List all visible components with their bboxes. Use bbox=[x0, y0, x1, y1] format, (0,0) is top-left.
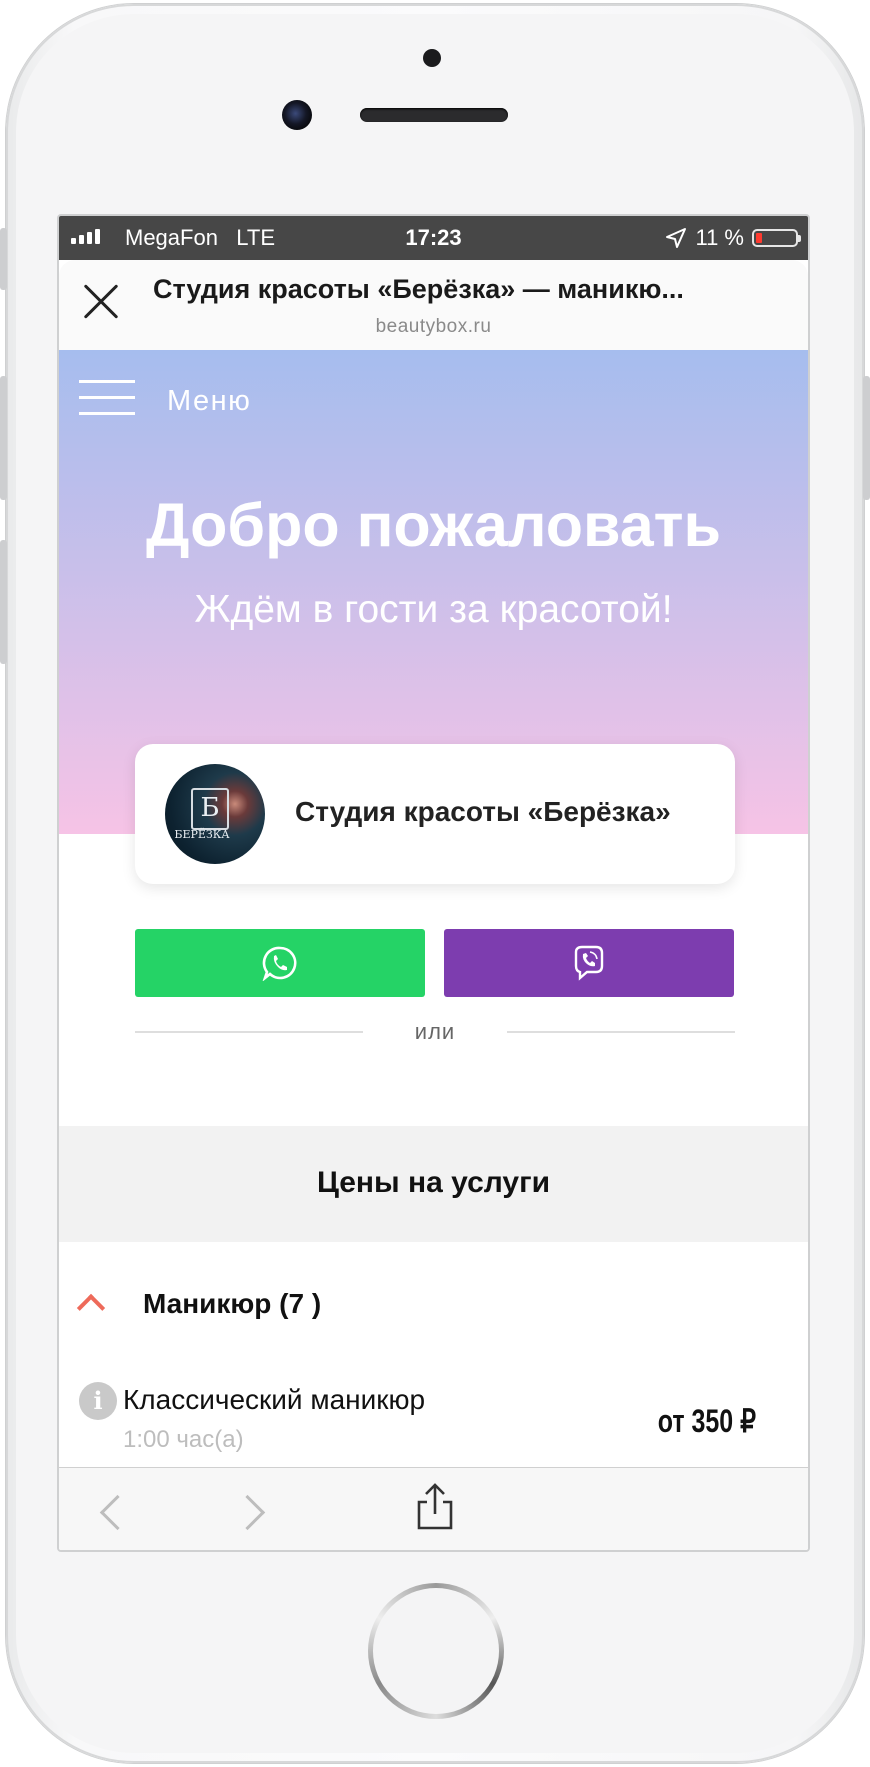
screen: MegaFon LTE 17:23 11 % Студия красоты «Б… bbox=[57, 214, 810, 1552]
service-name: Классический маникюр bbox=[123, 1384, 426, 1415]
volume-down-button bbox=[0, 540, 7, 664]
home-button[interactable] bbox=[368, 1583, 504, 1719]
battery-percent: 11 % bbox=[695, 225, 744, 250]
silent-switch bbox=[0, 228, 7, 290]
menu-label[interactable]: Меню bbox=[167, 385, 251, 418]
page-title: Студия красоты «Берёзка» — маникю... bbox=[153, 274, 684, 304]
back-icon[interactable] bbox=[99, 1494, 136, 1531]
whatsapp-icon bbox=[262, 946, 297, 981]
battery-icon bbox=[752, 229, 801, 247]
hamburger-menu-icon[interactable] bbox=[79, 380, 135, 418]
divider-line bbox=[507, 1031, 735, 1033]
share-icon[interactable] bbox=[413, 1482, 457, 1532]
service-price: от 350 ₽ bbox=[657, 1403, 756, 1439]
salon-card[interactable]: Б БЕРЁЗКА Студия красоты «Берёзка» bbox=[135, 744, 735, 884]
status-right: 11 % bbox=[665, 225, 801, 251]
viber-icon bbox=[574, 945, 604, 981]
proximity-sensor bbox=[423, 49, 441, 67]
whatsapp-button[interactable] bbox=[135, 929, 425, 997]
front-camera bbox=[282, 100, 312, 130]
power-button bbox=[863, 376, 870, 500]
browser-toolbar bbox=[59, 1467, 808, 1550]
prices-header: Цены на услуги bbox=[59, 1126, 808, 1242]
location-arrow-icon bbox=[666, 228, 687, 248]
or-divider: или bbox=[135, 1016, 735, 1046]
info-icon[interactable]: i bbox=[79, 1382, 117, 1420]
category-manicure[interactable]: Маникюр (7 ) bbox=[59, 1242, 808, 1362]
hero-subtitle: Ждём в гости за красотой! bbox=[194, 588, 673, 631]
logo-text: БЕРЁЗКА bbox=[174, 828, 230, 841]
hero-title: Добро пожаловать bbox=[145, 491, 722, 559]
prices-heading: Цены на услуги bbox=[316, 1166, 551, 1199]
chevron-up-icon[interactable] bbox=[76, 1293, 106, 1323]
service-duration: 1:00 час(а) bbox=[123, 1426, 244, 1453]
service-item[interactable]: i Классический маникюр 1:00 час(а) от 35… bbox=[59, 1362, 808, 1462]
category-name: Маникюр (7 ) bbox=[143, 1288, 322, 1319]
browser-sheet-header: Студия красоты «Берёзка» — маникю... bea… bbox=[59, 260, 808, 350]
earpiece-speaker bbox=[360, 108, 508, 122]
status-bar: MegaFon LTE 17:23 11 % bbox=[59, 216, 808, 260]
logo-monogram: Б bbox=[191, 788, 229, 830]
forward-icon[interactable] bbox=[229, 1494, 266, 1531]
viber-button[interactable] bbox=[444, 929, 734, 997]
salon-name: Студия красоты «Берёзка» bbox=[295, 796, 671, 827]
volume-up-button bbox=[0, 376, 7, 500]
page-url: beautybox.ru bbox=[375, 316, 492, 337]
salon-logo: Б БЕРЁЗКА bbox=[165, 764, 265, 864]
